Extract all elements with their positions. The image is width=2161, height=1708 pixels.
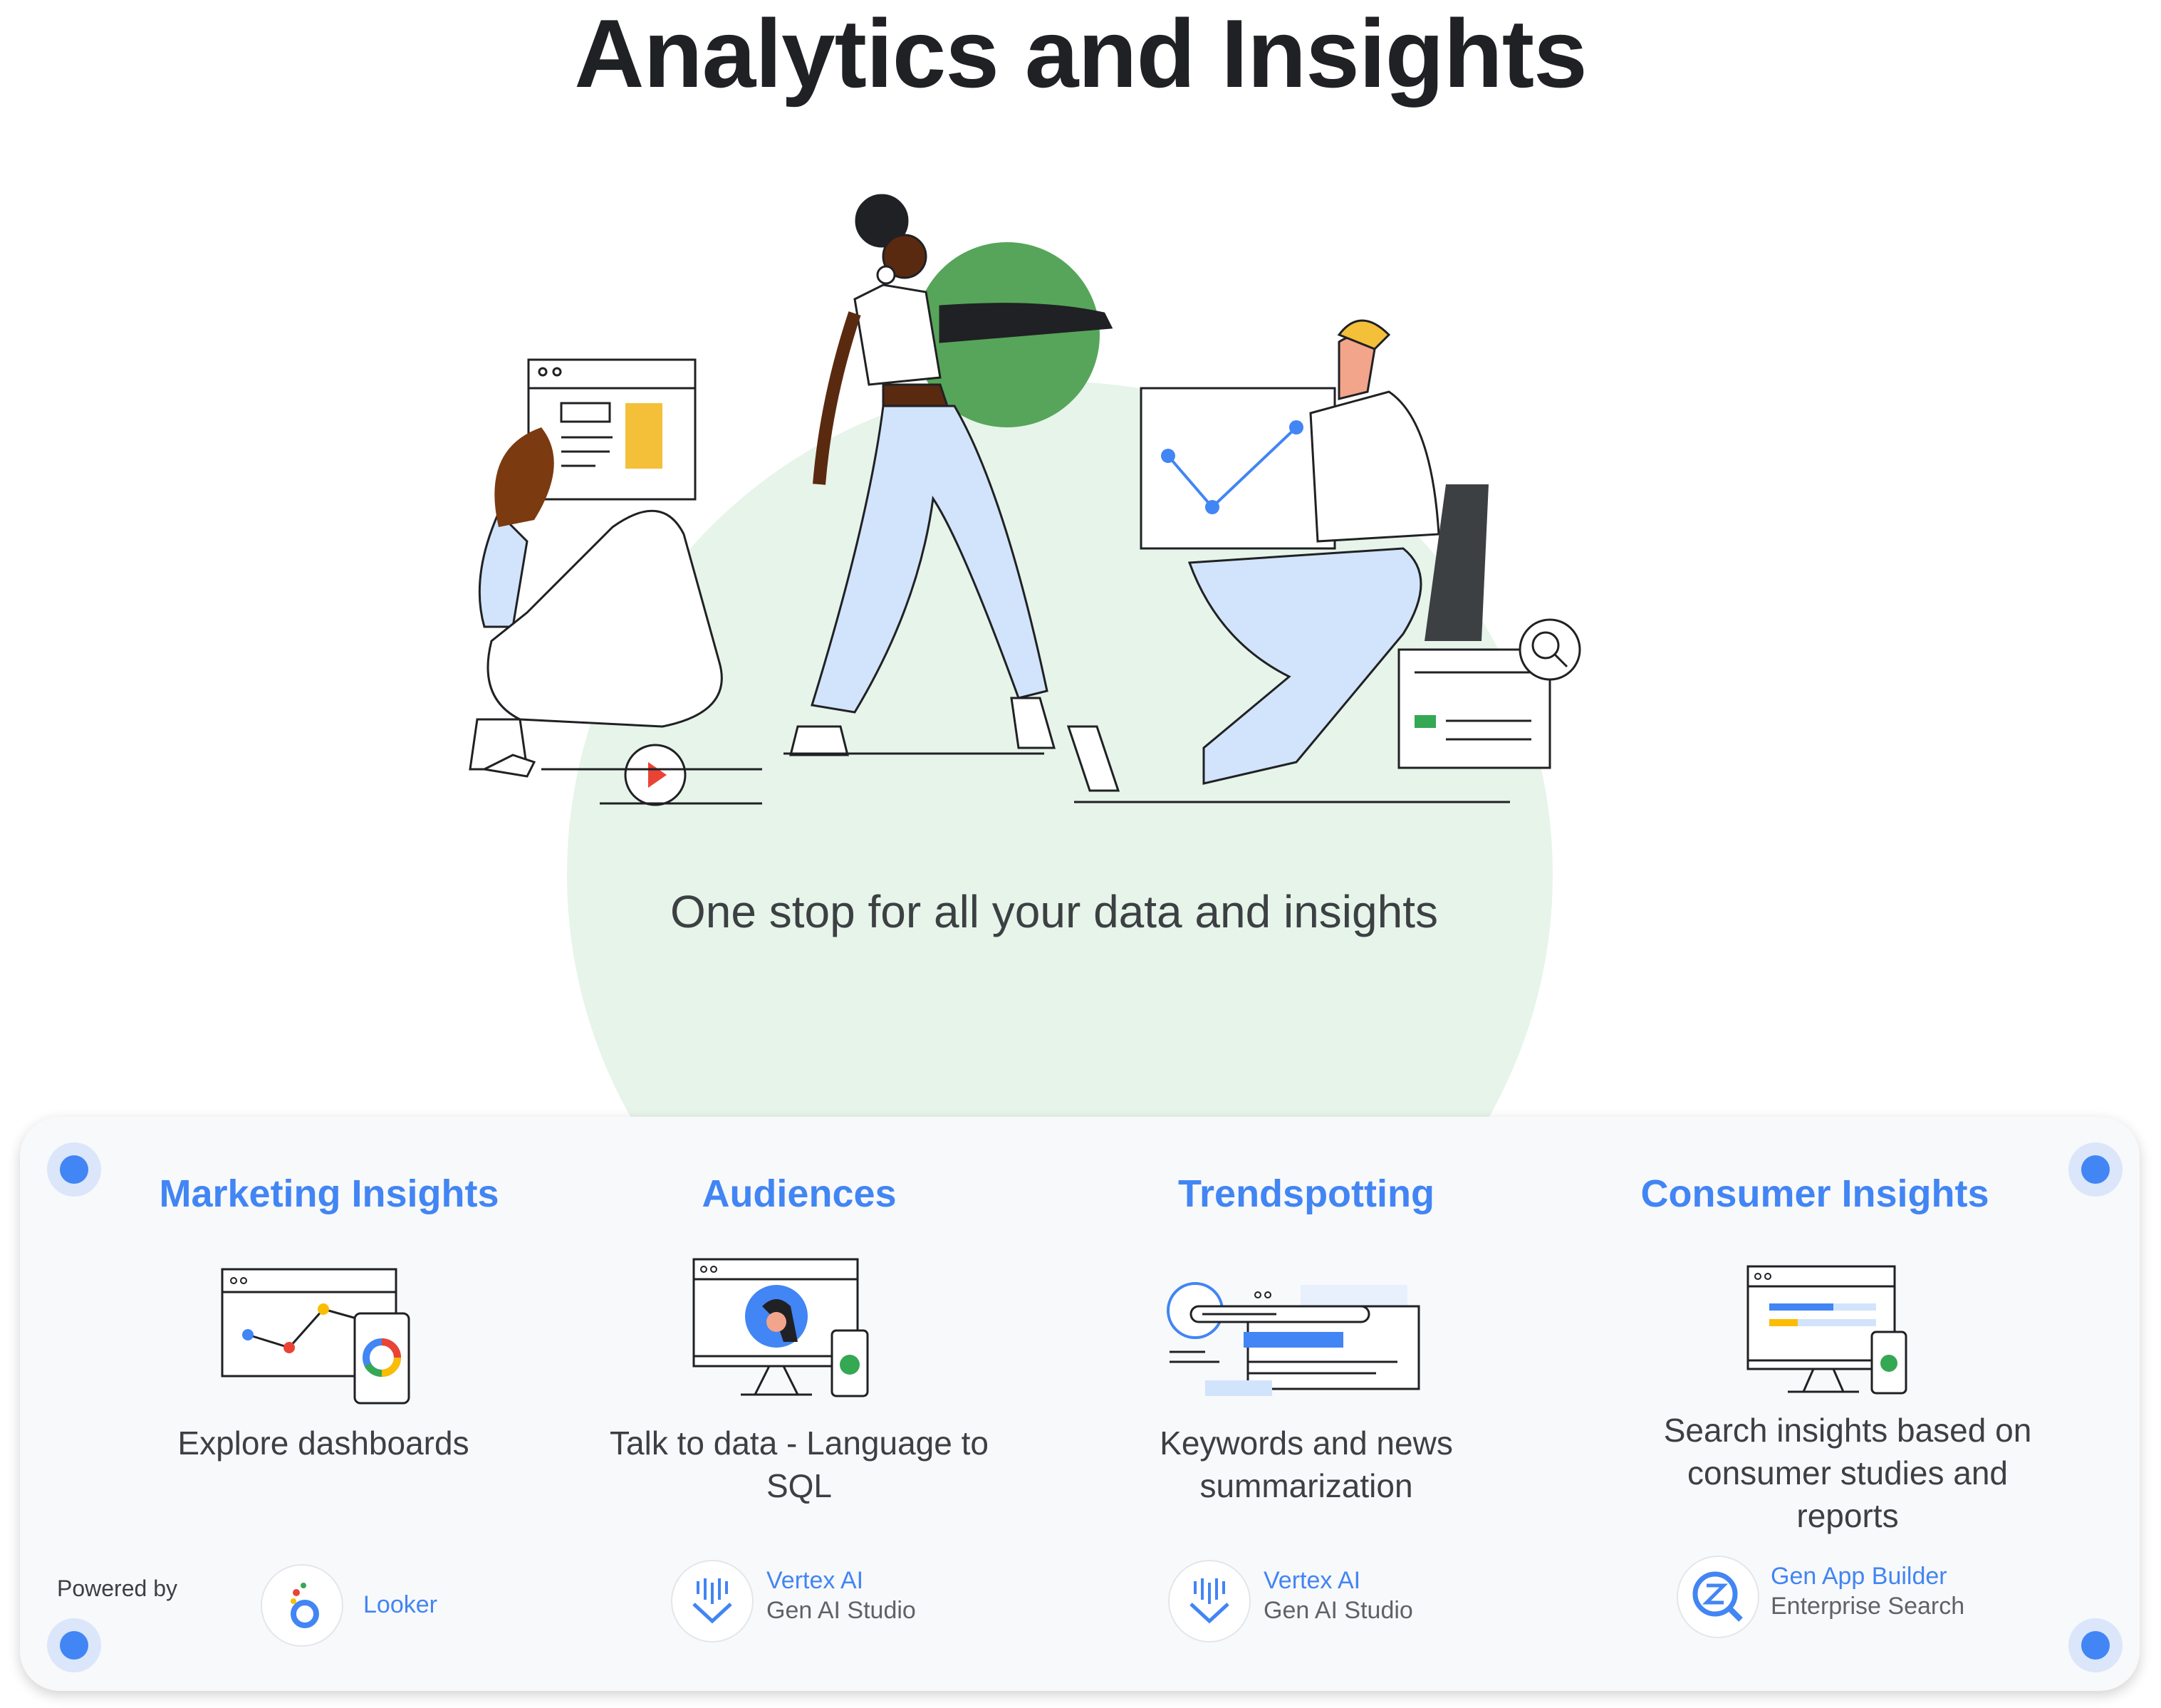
column-desc-consumer-insights: Search insights based on consumer studie… xyxy=(1663,1412,2032,1534)
vertex-ai-label-2: Vertex AI xyxy=(1264,1567,1361,1594)
column-desc-audiences: Talk to data - Language to SQL xyxy=(610,1425,989,1504)
vertex-ai-brand-badge-1[interactable] xyxy=(671,1560,754,1642)
looker-icon xyxy=(291,1583,319,1628)
dashboard-icon xyxy=(221,1268,410,1405)
monitor-person-icon xyxy=(692,1258,869,1397)
gen-app-builder-brand-badge[interactable] xyxy=(1677,1556,1759,1638)
search-news-icon xyxy=(1167,1282,1420,1396)
column-desc-marketing-insights: Explore dashboards xyxy=(177,1425,469,1462)
column-title-audiences: Audiences xyxy=(702,1172,897,1215)
corner-dot-top-right xyxy=(2068,1142,2123,1197)
powered-by-label: Powered by xyxy=(57,1576,177,1601)
looker-brand-badge[interactable] xyxy=(261,1564,343,1647)
vertex-ai-sublabel-2: Gen AI Studio xyxy=(1264,1597,1413,1624)
features-panel: Marketing Insights Explore dashboards Au… xyxy=(20,1117,2140,1691)
vertex-ai-icon xyxy=(1189,1578,1229,1624)
monitor-report-icon xyxy=(1746,1265,1907,1395)
vertex-ai-label-1: Vertex AI xyxy=(766,1567,864,1594)
gen-app-builder-sublabel: Enterprise Search xyxy=(1771,1593,1965,1620)
vertex-ai-icon xyxy=(692,1578,732,1624)
hero-illustration xyxy=(469,194,1581,1118)
corner-dot-top-left xyxy=(47,1142,101,1197)
tagline: One stop for all your data and insights xyxy=(670,886,1438,937)
column-title-trendspotting: Trendspotting xyxy=(1178,1172,1434,1215)
column-desc-trendspotting: Keywords and news summarization xyxy=(1160,1425,1453,1504)
column-title-marketing-insights: Marketing Insights xyxy=(159,1172,499,1215)
looker-label: Looker xyxy=(363,1591,437,1618)
corner-dot-bottom-left xyxy=(47,1618,101,1672)
corner-dot-bottom-right xyxy=(2068,1618,2123,1672)
vertex-ai-sublabel-1: Gen AI Studio xyxy=(766,1597,916,1624)
vertex-ai-brand-badge-2[interactable] xyxy=(1168,1560,1251,1642)
column-title-consumer-insights: Consumer Insights xyxy=(1640,1172,1989,1215)
gen-app-builder-icon xyxy=(1692,1571,1743,1622)
gen-app-builder-label: Gen App Builder xyxy=(1771,1563,1947,1590)
